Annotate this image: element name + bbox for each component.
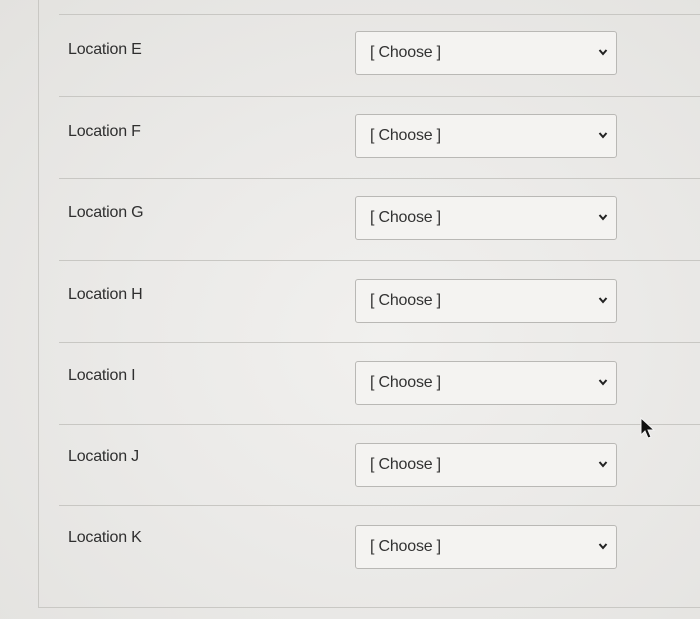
location-label: Location F (68, 123, 141, 140)
chevron-down-icon (598, 379, 608, 386)
location-label: Location E (68, 41, 142, 58)
select-value: [ Choose ] (370, 538, 441, 555)
location-row-f: Location F [ Choose ] (39, 96, 700, 178)
location-f-select[interactable]: [ Choose ] (355, 114, 617, 158)
location-label: Location G (68, 204, 144, 221)
location-row-k: Location K [ Choose ] (39, 505, 700, 587)
location-row-e: Location E [ Choose ] (39, 14, 700, 96)
row-divider (59, 178, 700, 179)
row-divider (59, 14, 700, 15)
select-value: [ Choose ] (370, 456, 441, 473)
select-value: [ Choose ] (370, 44, 441, 61)
chevron-down-icon (598, 214, 608, 221)
chevron-down-icon (598, 297, 608, 304)
select-value: [ Choose ] (370, 374, 441, 391)
row-divider (59, 424, 700, 425)
location-matching-panel: Location E [ Choose ] Location F [ Choos… (38, 0, 700, 608)
chevron-down-icon (598, 132, 608, 139)
location-label: Location H (68, 286, 143, 303)
location-row-h: Location H [ Choose ] (39, 260, 700, 342)
chevron-down-icon (598, 49, 608, 56)
location-h-select[interactable]: [ Choose ] (355, 279, 617, 323)
row-divider (59, 342, 700, 343)
location-label: Location K (68, 529, 142, 546)
location-row-j: Location J [ Choose ] (39, 424, 700, 506)
location-row-i: Location I [ Choose ] (39, 342, 700, 424)
location-j-select[interactable]: [ Choose ] (355, 443, 617, 487)
screen: Location E [ Choose ] Location F [ Choos… (0, 0, 700, 619)
row-divider (59, 260, 700, 261)
location-label: Location I (68, 367, 136, 384)
select-value: [ Choose ] (370, 292, 441, 309)
location-row-g: Location G [ Choose ] (39, 178, 700, 260)
location-e-select[interactable]: [ Choose ] (355, 31, 617, 75)
select-value: [ Choose ] (370, 127, 441, 144)
location-g-select[interactable]: [ Choose ] (355, 196, 617, 240)
chevron-down-icon (598, 543, 608, 550)
row-divider (59, 505, 700, 506)
location-k-select[interactable]: [ Choose ] (355, 525, 617, 569)
mouse-pointer-icon (640, 417, 655, 439)
location-i-select[interactable]: [ Choose ] (355, 361, 617, 405)
select-value: [ Choose ] (370, 209, 441, 226)
row-divider (59, 96, 700, 97)
location-label: Location J (68, 448, 139, 465)
chevron-down-icon (598, 461, 608, 468)
